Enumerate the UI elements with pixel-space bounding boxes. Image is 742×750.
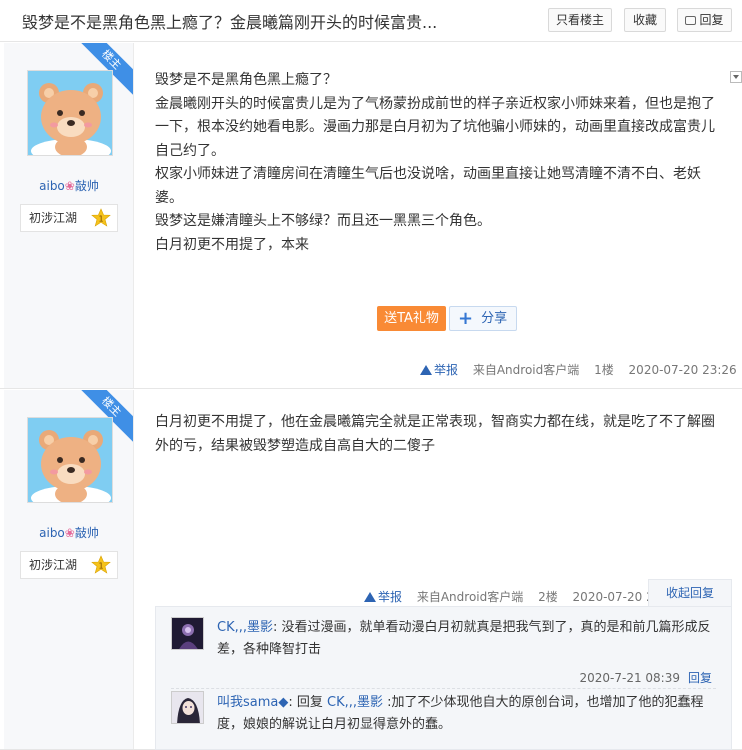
share-button[interactable]: + 分享 <box>449 306 517 331</box>
warning-icon <box>420 365 432 375</box>
post-options-dropdown[interactable] <box>730 71 742 83</box>
level-badge[interactable]: 初涉江湖 1 <box>20 204 118 232</box>
sub-reply-username[interactable]: 叫我sama◆ <box>217 695 288 710</box>
sub-reply-username[interactable]: CK,,,墨影 <box>217 620 273 635</box>
sub-replies: CK,,,墨影: 没看过漫画，就单看动漫白月初就真是把我气到了，真的是和前几篇形… <box>155 606 732 750</box>
username-suffix: 敲帅 <box>74 526 99 540</box>
thread-header: 毁梦是不是黑角色黑上瘾了？金晨曦篇刚开头的时候富贵... 只看楼主 收藏 回复 <box>0 0 742 42</box>
author-sidebar: 楼主 aibo❀敲帅 初涉江湖 1 <box>4 390 134 749</box>
report-link[interactable]: 举报 <box>364 590 402 604</box>
sub-avatar-image <box>172 618 203 649</box>
level-title: 初涉江湖 <box>29 211 78 225</box>
level-title: 初涉江湖 <box>29 558 78 572</box>
report-link[interactable]: 举报 <box>420 363 458 377</box>
sub-reply-reply-link[interactable]: 回复 <box>688 671 712 685</box>
floor-number: 1楼 <box>594 363 614 377</box>
avatar[interactable] <box>27 70 113 156</box>
favorite-button[interactable]: 收藏 <box>624 8 666 32</box>
username[interactable]: aibo❀敲帅 <box>4 177 133 194</box>
username-text: aibo <box>39 526 65 540</box>
sub-reply-body: : 没看过漫画，就单看动漫白月初就真是把我气到了，真的是和前几篇形成反差，各种降… <box>217 620 711 657</box>
flower-icon: ❀ <box>64 526 75 540</box>
level-number: 1 <box>98 215 103 224</box>
warning-icon <box>364 592 376 602</box>
send-gift-button[interactable]: 送TA礼物 <box>377 306 446 331</box>
post-content: 毁梦是不是黑角色黑上瘾了？ 金晨曦刚开头的时候富贵儿是为了气杨蒙扮成前世的样子亲… <box>155 69 724 257</box>
level-number: 1 <box>98 562 103 571</box>
author-sidebar: 楼主 aibo❀敲帅 初涉江湖 1 <box>4 43 134 388</box>
avatar[interactable] <box>27 417 113 503</box>
sub-avatar-image <box>172 692 203 723</box>
flower-icon: ❀ <box>64 179 75 193</box>
post-floor-2: 楼主 aibo❀敲帅 初涉江湖 1 白月初更不用提了，他在金晨曦篇完全就是正常表… <box>0 390 742 750</box>
avatar[interactable] <box>171 617 204 650</box>
post-content: 白月初更不用提了，他在金晨曦篇完全就是正常表现，智商实力都在线，就是吃了不了解圈… <box>155 411 724 458</box>
post-meta: 举报 来自Android客户端 1楼 2020-07-20 23:26 回复 <box>420 361 742 378</box>
post-line: 白月初更不用提了，本来 <box>155 236 309 253</box>
post-time: 2020-07-20 23:26 <box>628 363 737 377</box>
post-source: 来自Android客户端 <box>416 590 524 604</box>
sub-reply-target[interactable]: CK,,,墨影 <box>327 695 383 710</box>
post-source: 来自Android客户端 <box>472 363 580 377</box>
post-floor-1: 楼主 aibo❀敲帅 初涉江湖 1 毁梦是不是黑角色黑上瘾了？ 金晨曦刚开头的时… <box>0 43 742 389</box>
post-line: 毁梦是不是黑角色黑上瘾了？ <box>155 72 337 88</box>
collapse-replies-button[interactable]: 收起回复 <box>648 579 732 607</box>
sub-reply: CK,,,墨影: 没看过漫画，就单看动漫白月初就真是把我气到了，真的是和前几篇形… <box>171 617 716 689</box>
level-star-icon: 1 <box>91 555 111 574</box>
report-label: 举报 <box>434 363 459 377</box>
level-badge[interactable]: 初涉江湖 1 <box>20 551 118 579</box>
plus-icon: + <box>458 308 474 329</box>
bear-avatar-image <box>28 418 112 502</box>
reply-button-label: 回复 <box>699 13 724 27</box>
only-op-button[interactable]: 只看楼主 <box>548 8 612 32</box>
reply-icon <box>685 16 697 25</box>
post-meta: 举报 来自Android客户端 2楼 2020-07-20 23:27 <box>364 588 681 605</box>
reply-button[interactable]: 回复 <box>677 8 732 32</box>
sub-reply-text: 叫我sama◆: 回复 CK,,,墨影 :加了不少体现他自大的原创台词，也增加了… <box>217 692 716 736</box>
thread-title: 毁梦是不是黑角色黑上瘾了？金晨曦篇刚开头的时候富贵... <box>22 13 438 32</box>
username[interactable]: aibo❀敲帅 <box>4 524 133 541</box>
username-text: aibo <box>39 179 65 193</box>
post-line: 权家小师妹进了清瞳房间在清瞳生气后也没说啥，动画里直接让她骂清瞳不清不白、老妖婆… <box>155 166 701 206</box>
floor-number: 2楼 <box>538 590 558 604</box>
share-label: 分享 <box>481 311 508 326</box>
bear-avatar-image <box>28 71 112 155</box>
sub-reply-meta: 2020-7-21 08:39 回复 <box>579 669 712 686</box>
post-line: 毁梦这是嫌清瞳头上不够绿？而且还一黑黑三个角色。 <box>155 213 491 229</box>
level-star-icon: 1 <box>91 208 111 227</box>
avatar[interactable] <box>171 691 204 724</box>
post-line: 白月初更不用提了，他在金晨曦篇完全就是正常表现，智商实力都在线，就是吃了不了解圈… <box>155 414 715 454</box>
sub-reply-time: 2020-7-21 08:39 <box>579 671 680 685</box>
report-label: 举报 <box>378 590 403 604</box>
username-suffix: 敲帅 <box>74 179 99 193</box>
sub-reply-prefix: : 回复 <box>288 695 328 710</box>
sub-reply-text: CK,,,墨影: 没看过漫画，就单看动漫白月初就真是把我气到了，真的是和前几篇形… <box>217 617 716 661</box>
post-line: 金晨曦刚开头的时候富贵儿是为了气杨蒙扮成前世的样子亲近权家小师妹来着，但也是抱了… <box>155 95 715 159</box>
